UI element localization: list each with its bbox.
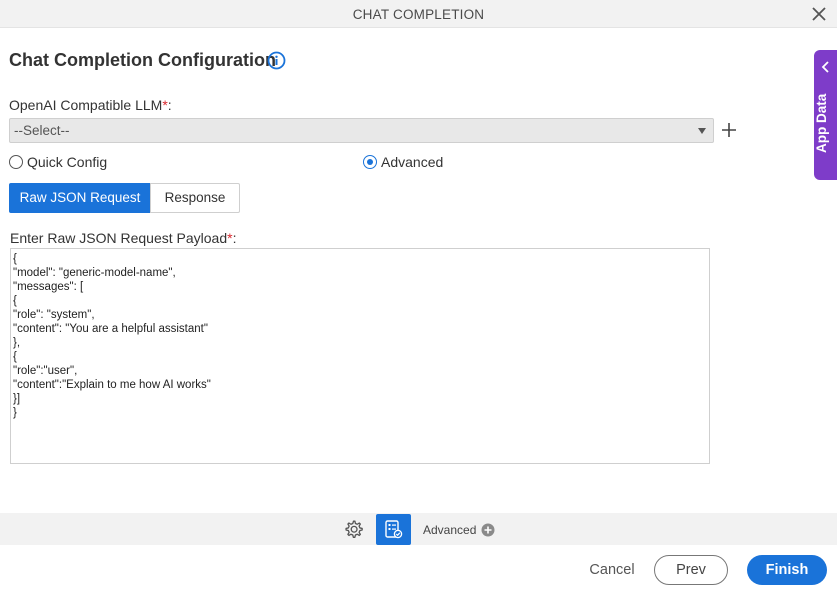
json-line: "role": "system", <box>13 309 95 321</box>
llm-label-text: OpenAI Compatible LLM <box>9 97 163 113</box>
json-line: "content":"Explain to me how AI works" <box>13 379 211 391</box>
json-line: "role":"user", <box>13 365 78 377</box>
info-icon[interactable] <box>267 51 286 70</box>
llm-select-value: --Select-- <box>14 123 70 138</box>
gear-icon[interactable] <box>343 519 364 540</box>
close-icon[interactable] <box>810 5 828 23</box>
json-line: "model": "generic-model-name", <box>13 267 176 279</box>
tab-raw-json-request[interactable]: Raw JSON Request <box>9 183 151 213</box>
tab-response[interactable]: Response <box>150 183 240 213</box>
json-line: "messages": [ <box>13 281 84 293</box>
json-line: }] <box>13 393 21 405</box>
json-payload-textarea[interactable]: { "model": "generic-model-name", "messag… <box>10 248 710 464</box>
json-line: }, <box>13 337 21 349</box>
radio-label: Advanced <box>381 154 444 170</box>
radio-circle-checked <box>363 155 377 169</box>
payload-label-suffix: : <box>232 230 237 246</box>
plus-icon[interactable] <box>721 122 737 138</box>
llm-field-label: OpenAI Compatible LLM*: <box>9 97 172 113</box>
form-settings-button[interactable] <box>376 514 411 545</box>
footer-toolbar <box>0 513 837 545</box>
llm-label-suffix: : <box>167 97 172 113</box>
dialog-title-bar: CHAT COMPLETION <box>0 0 837 28</box>
dialog-title: CHAT COMPLETION <box>352 7 485 22</box>
caret-down-icon <box>698 128 706 134</box>
page-title: Chat Completion Configuration <box>9 50 276 70</box>
json-line: "content": "You are a helpful assistant" <box>13 323 208 335</box>
json-line: { <box>13 295 17 307</box>
radio-label: Quick Config <box>27 154 108 170</box>
payload-label-text: Enter Raw JSON Request Payload <box>10 230 228 246</box>
advanced-link[interactable]: Advanced <box>423 523 476 537</box>
app-data-tab[interactable]: App Data <box>814 50 837 180</box>
app-data-label: App Data <box>814 93 829 153</box>
json-line: { <box>13 351 17 363</box>
radio-circle <box>9 155 23 169</box>
json-line: { <box>13 253 17 265</box>
prev-button[interactable]: Prev <box>654 555 728 585</box>
plus-circle-icon[interactable] <box>481 523 495 537</box>
payload-field-label: Enter Raw JSON Request Payload*: <box>10 230 236 246</box>
json-line: } <box>13 407 17 419</box>
llm-select[interactable]: --Select-- <box>9 118 714 143</box>
form-settings-icon <box>385 520 403 539</box>
finish-button[interactable]: Finish <box>747 555 827 585</box>
cancel-button[interactable]: Cancel <box>584 557 640 583</box>
chevron-left-icon <box>821 61 829 73</box>
